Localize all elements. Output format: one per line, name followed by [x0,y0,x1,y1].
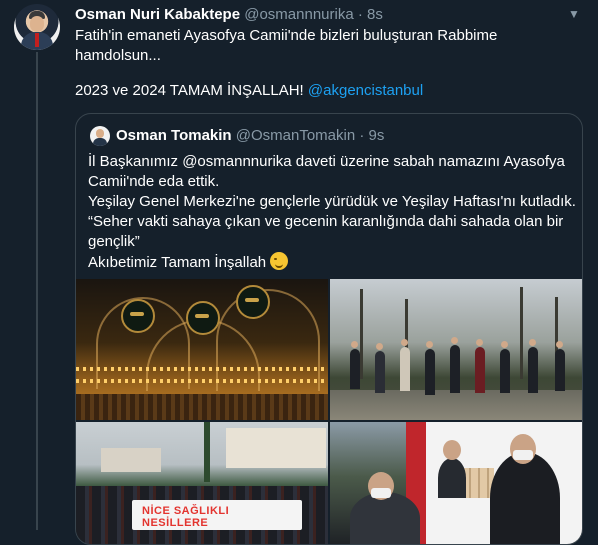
header-separator: · [357,6,363,23]
mention-link[interactable]: @akgencistanbul [308,82,423,99]
person-head [451,337,458,344]
face-mask [513,450,533,460]
person [375,351,385,393]
person-head [529,339,536,346]
media-photo-serving-drinks[interactable] [330,422,582,544]
person [528,347,538,393]
media-photo-march[interactable] [330,279,582,420]
quote-author-handle[interactable]: @OsmanTomakin [236,127,355,144]
person-face [443,440,461,460]
banner-line-2: NESİLLERE [142,517,209,529]
person [555,349,565,391]
avatar-tie [35,33,39,47]
person-head [556,341,563,348]
person [400,347,410,391]
person [350,492,420,544]
author-avatar[interactable] [14,4,60,50]
person [500,349,510,393]
thread-line [36,52,38,530]
palm-tree [204,422,210,482]
media-photo-group-banner[interactable]: NİCE SAĞLIKLI NESİLLERE [76,422,328,544]
tree-trunk [360,289,363,379]
quote-avatar-suit [93,138,107,146]
banner: NİCE SAĞLIKLI NESİLLERE [132,500,302,530]
tweet-text-line-3: 2023 ve 2024 TAMAM İNŞALLAH! @akgencista… [75,81,423,101]
quoted-tweet[interactable]: Osman Tomakin @OsmanTomakin · 9s İl Başk… [75,113,583,545]
praying-crowd [76,394,328,420]
building [101,448,161,472]
person-head [501,341,508,348]
calligraphy-medallion [186,301,220,335]
person-head [476,339,483,346]
calligraphy-medallion [236,285,270,319]
chandelier-lights [76,367,328,371]
person-head [401,339,408,346]
quote-header: Osman Tomakin @OsmanTomakin · 9s [116,126,384,146]
quote-text-line-3: Yeşilay Genel Merkezi'ne gençlerle yürüd… [88,193,576,210]
media-photo-mosque-interior[interactable] [76,279,328,420]
tweet-header: Osman Nuri Kabaktepe @osmannnurika · 8s [75,6,383,24]
person [450,345,460,393]
park-path [330,390,582,420]
author-name[interactable]: Osman Nuri Kabaktepe [75,6,240,23]
tweet-text-line-1: Fatih'in emaneti Ayasofya Camii'nde bizl… [75,27,498,44]
person-head [351,341,358,348]
more-options-chevron-down-icon[interactable]: ▼ [566,6,582,22]
person [425,349,435,395]
quote-author-avatar[interactable] [90,126,110,146]
tree-trunk [520,287,523,379]
server-person [490,452,560,544]
person-head [426,341,433,348]
quote-text-line-2: Camii'nde eda ettik. [88,173,220,190]
banner-text: NİCE SAĞLIKLI NESİLLERE [142,505,229,529]
media-grid: NİCE SAĞLIKLI NESİLLERE [76,279,582,544]
chandelier-lights [76,379,328,383]
author-handle[interactable]: @osmannnurika [244,6,353,23]
calligraphy-medallion [121,299,155,333]
tweet-text-line-3-text: 2023 ve 2024 TAMAM İNŞALLAH! [75,82,308,99]
historic-building [226,428,326,468]
tweet-text-line-2: hamdolsun... [75,47,161,64]
quote-time[interactable]: 9s [369,127,385,144]
quote-text-line-4: “Seher vakti sahaya çıkan ve gecenin kar… [88,213,564,230]
quote-header-separator: · [359,127,365,144]
face-mask [371,488,391,498]
avatar-face [30,16,44,32]
tweet-time[interactable]: 8s [367,6,383,23]
person [350,349,360,389]
quote-author-name[interactable]: Osman Tomakin [116,127,232,144]
person [438,458,466,498]
quote-avatar-face [96,129,104,138]
quote-text-line-1: İl Başkanımız @osmannnurika daveti üzeri… [88,153,565,170]
quote-text-line-5: gençlik” [88,233,140,250]
banner-line-1: NİCE SAĞLIKLI [142,505,230,517]
smirking-face-emoji-icon [270,252,289,270]
person-head [376,343,383,350]
quote-text-line-6-text: Akıbetimiz Tamam İnşallah [88,254,267,271]
person [475,347,485,393]
quote-text-line-6: Akıbetimiz Tamam İnşallah [88,252,289,273]
tweet[interactable]: Osman Nuri Kabaktepe @osmannnurika · 8s … [0,0,598,545]
